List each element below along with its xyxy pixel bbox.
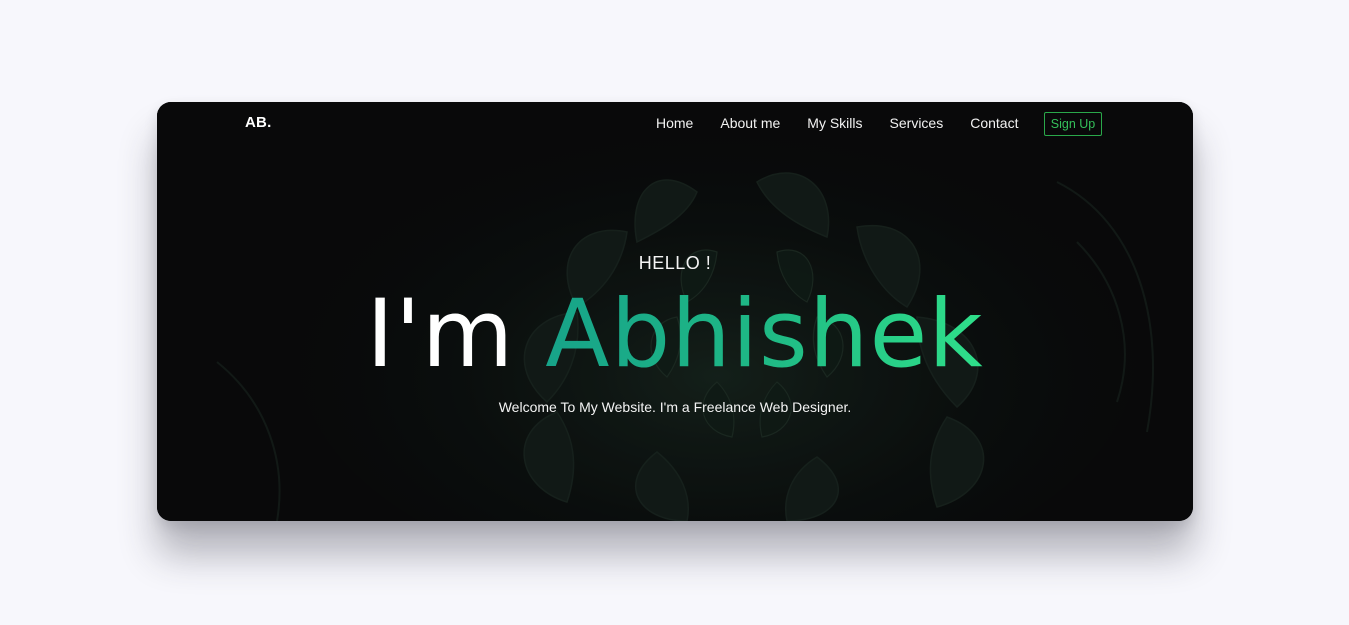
nav-link-about-me[interactable]: About me (720, 115, 780, 131)
nav-link-contact[interactable]: Contact (970, 115, 1018, 131)
hero-card: AB. Home About me My Skills Services Con… (157, 102, 1193, 521)
hero-greeting: HELLO ! (638, 253, 712, 273)
hero-title-prefix: I'm (366, 280, 515, 389)
hero-title: I'm Abhishek (157, 285, 1193, 385)
nav-links: Home About me My Skills Services Contact (656, 115, 1045, 131)
sign-up-button[interactable]: Sign Up (1044, 112, 1102, 136)
hero-subtitle: Welcome To My Website. I'm a Freelance W… (498, 399, 852, 415)
hero-title-name: Abhishek (545, 280, 984, 389)
nav-link-services[interactable]: Services (890, 115, 944, 131)
site-logo[interactable]: AB. (245, 114, 271, 131)
top-navigation: AB. Home About me My Skills Services Con… (157, 102, 1193, 146)
nav-link-home[interactable]: Home (656, 115, 693, 131)
nav-link-my-skills[interactable]: My Skills (807, 115, 862, 131)
